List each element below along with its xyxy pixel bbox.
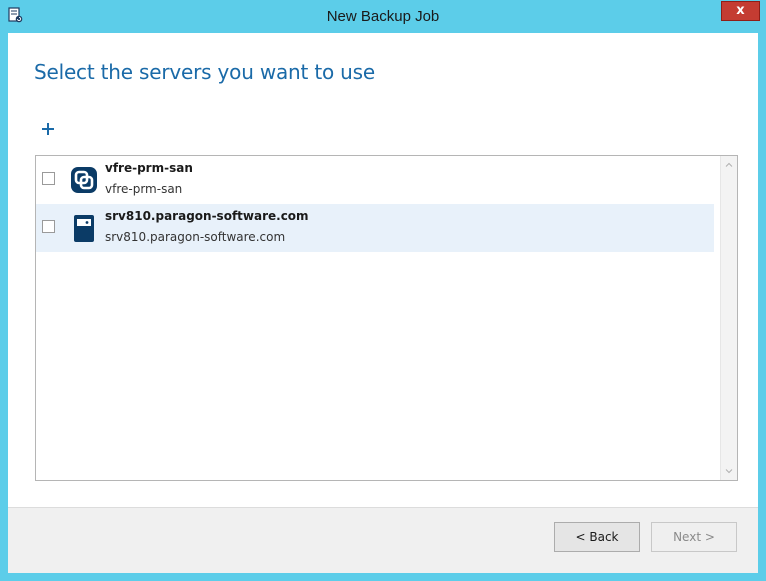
content-area: Select the servers you want to use vfre-…	[8, 33, 758, 507]
page-title: Select the servers you want to use	[34, 60, 375, 84]
vmware-vsphere-icon	[71, 167, 97, 193]
dialog-footer: < Back Next >	[8, 507, 758, 573]
server-list[interactable]: vfre-prm-san vfre-prm-san srv810.paragon…	[35, 155, 738, 481]
close-button[interactable]: x	[721, 1, 760, 21]
scroll-up-icon[interactable]	[724, 160, 734, 170]
add-server-button[interactable]	[39, 120, 57, 138]
back-button[interactable]: < Back	[554, 522, 640, 552]
list-item-srv810[interactable]: srv810.paragon-software.com srv810.parag…	[36, 204, 714, 252]
server-icon	[74, 215, 94, 242]
server-host: srv810.paragon-software.com	[105, 230, 286, 244]
server-host: vfre-prm-san	[105, 182, 183, 196]
server-name: vfre-prm-san	[105, 161, 193, 175]
server-checkbox[interactable]	[42, 172, 55, 185]
server-checkbox[interactable]	[42, 220, 55, 233]
next-button[interactable]: Next >	[651, 522, 737, 552]
list-item-vfre-prm-san[interactable]: vfre-prm-san vfre-prm-san	[36, 156, 714, 204]
dialog-window: New Backup Job x Select the servers you …	[0, 0, 766, 581]
server-name: srv810.paragon-software.com	[105, 209, 309, 223]
scroll-down-icon[interactable]	[724, 466, 734, 476]
title-bar[interactable]: New Backup Job x	[0, 0, 766, 33]
window-title: New Backup Job	[326, 8, 440, 25]
vertical-scrollbar[interactable]	[720, 156, 737, 480]
